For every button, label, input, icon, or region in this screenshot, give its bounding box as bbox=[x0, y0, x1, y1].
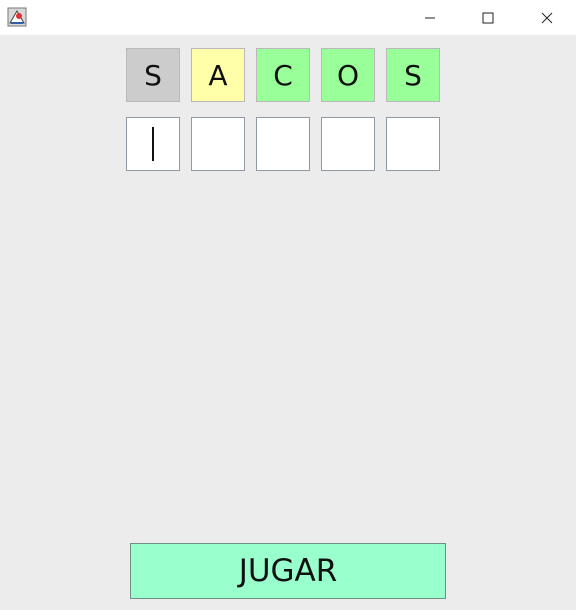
letter-input-4[interactable] bbox=[321, 117, 375, 171]
letter-input-3[interactable] bbox=[256, 117, 310, 171]
game-board: S A C O S JUGAR bbox=[0, 35, 576, 610]
play-button[interactable]: JUGAR bbox=[130, 543, 446, 599]
guess-tile: S bbox=[386, 48, 440, 102]
minimize-icon bbox=[425, 17, 435, 18]
maximize-icon bbox=[482, 12, 494, 23]
text-caret bbox=[152, 127, 154, 161]
title-bar bbox=[0, 0, 576, 35]
close-button[interactable] bbox=[518, 0, 576, 35]
letter-input-2[interactable] bbox=[191, 117, 245, 171]
guess-tile: C bbox=[256, 48, 310, 102]
maximize-button[interactable] bbox=[459, 0, 517, 35]
java-app-icon bbox=[7, 7, 27, 27]
minimize-button[interactable] bbox=[401, 0, 459, 35]
guess-tile: S bbox=[126, 48, 180, 102]
guess-tile: A bbox=[191, 48, 245, 102]
close-icon bbox=[541, 12, 553, 23]
letter-input-5[interactable] bbox=[386, 117, 440, 171]
letter-input-1[interactable] bbox=[126, 117, 180, 171]
guess-tile: O bbox=[321, 48, 375, 102]
